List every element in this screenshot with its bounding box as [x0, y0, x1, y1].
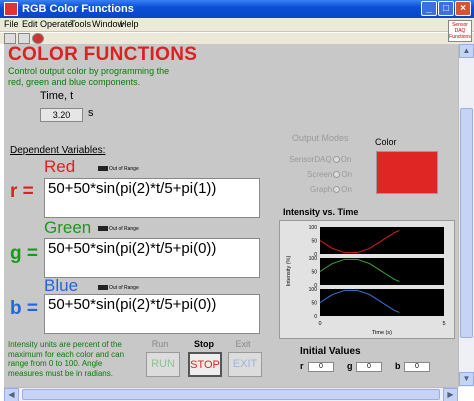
output-modes-title: Output Modes	[292, 133, 349, 143]
screen-label: Screen	[307, 170, 333, 179]
menu-file[interactable]: File	[4, 19, 19, 29]
menu-tools[interactable]: Tools	[70, 19, 91, 29]
out-of-range-label: Out of Range	[109, 226, 139, 232]
window-title: RGB Color Functions	[22, 3, 134, 15]
g-initial-input[interactable]: 0	[356, 362, 382, 372]
blue-label: Blue	[44, 276, 79, 295]
intensity-chart: 100500100500100500Intensity (%)0 5Time (s…	[286, 225, 446, 336]
color-label: Color	[375, 137, 397, 147]
dependent-variables-label: Dependent Variables:	[10, 145, 106, 156]
intensity-note: Intensity units are percent of the maxim…	[8, 340, 125, 378]
y-tick-label: 100	[309, 225, 318, 231]
y-tick-label: 100	[309, 287, 318, 293]
g-initial-label: g	[347, 361, 353, 371]
blue-formula-input[interactable]: 50+50*sin(pi(2)*t/5+pi(0))	[44, 294, 260, 334]
description: Control output color by programming the …	[8, 66, 170, 87]
r-symbol: r =	[10, 181, 34, 202]
run-label: Run	[151, 339, 169, 349]
time-unit: s	[88, 107, 94, 119]
x-axis-label: Time (s)	[372, 330, 392, 336]
x-tick-label: 5	[442, 321, 445, 327]
y-tick-label: 50	[311, 270, 317, 276]
led-icon	[98, 285, 108, 291]
red-label: Red	[44, 157, 76, 176]
exit-label: Exit	[235, 339, 251, 349]
r-initial-input[interactable]: 0	[308, 362, 334, 372]
stop-button[interactable]: STOP	[188, 352, 222, 377]
scroll-right-icon[interactable]: ▶	[443, 388, 458, 401]
blue-out-of-range: Out of Range	[98, 285, 139, 292]
exit-button[interactable]: EXIT	[228, 352, 262, 377]
y-axis-label: Intensity (%)	[286, 256, 292, 287]
minimize-button[interactable]: _	[421, 1, 437, 16]
scroll-up-icon[interactable]: ▲	[459, 44, 474, 58]
page-title: COLOR FUNCTIONS	[8, 44, 198, 65]
out-of-range-label: Out of Range	[109, 285, 139, 291]
run-arrow-icon[interactable]	[4, 33, 16, 44]
graph-mode[interactable]: Graph On	[310, 185, 352, 194]
b-initial-input[interactable]: 0	[404, 362, 430, 372]
app-icon	[4, 2, 18, 16]
y-tick-label: 50	[311, 239, 317, 245]
on-label: On	[340, 155, 352, 164]
sensordaq-label: SensorDAQ	[289, 155, 332, 164]
chart-title: Intensity vs. Time	[283, 207, 359, 217]
time-label: Time, t	[40, 90, 74, 102]
x-tick-label: 0	[318, 321, 321, 327]
abort-icon[interactable]	[32, 33, 44, 44]
menu-operate[interactable]: Operate	[40, 19, 73, 29]
horizontal-scrollbar[interactable]: ◀ ▶	[4, 387, 458, 401]
scroll-left-icon[interactable]: ◀	[4, 388, 19, 401]
sensordaq-mode[interactable]: SensorDAQ On	[289, 155, 351, 164]
red-out-of-range: Out of Range	[98, 166, 139, 173]
time-indicator: 3.20	[40, 108, 83, 122]
vertical-scrollbar[interactable]: ▲ ▼	[458, 44, 474, 387]
close-button[interactable]: ×	[455, 1, 471, 16]
led-icon	[98, 166, 108, 172]
screen-mode[interactable]: Screen On	[307, 170, 352, 179]
graph-label: Graph	[310, 185, 333, 194]
radio-icon[interactable]	[333, 171, 341, 179]
maximize-button[interactable]: □	[438, 1, 454, 16]
on-label: On	[341, 170, 353, 179]
y-tick-label: 0	[314, 314, 317, 320]
chart-frame: 100 50 0 100 50 0 100 50 0 Intensity (%) 0 5 Time (s…	[279, 220, 455, 339]
g-symbol: g =	[10, 243, 38, 264]
menu-edit[interactable]: Edit	[22, 19, 38, 29]
color-swatch	[376, 151, 438, 194]
logo: Sensor DAQ Functions	[448, 20, 472, 42]
toolbar	[0, 33, 474, 44]
run-continuous-icon[interactable]	[18, 33, 30, 44]
b-initial-label: b	[395, 361, 401, 371]
run-button[interactable]: RUN	[146, 352, 180, 377]
radio-icon[interactable]	[332, 156, 340, 164]
initial-values-title: Initial Values	[300, 346, 361, 357]
red-formula-input[interactable]: 50+50*sin(pi(2)*t/5+pi(1))	[44, 178, 260, 218]
r-initial-label: r	[300, 361, 304, 371]
y-tick-label: 100	[309, 256, 318, 262]
out-of-range-label: Out of Range	[109, 166, 139, 172]
on-label: On	[341, 185, 352, 194]
y-tick-label: 50	[311, 301, 317, 307]
scroll-down-icon[interactable]: ▼	[459, 372, 474, 386]
stop-label: Stop	[194, 339, 214, 349]
radio-icon[interactable]	[333, 186, 341, 194]
green-label: Green	[44, 218, 92, 237]
menu-bar: File Edit Operate Tools Window Help	[0, 18, 474, 32]
horizontal-scroll-thumb[interactable]	[22, 389, 440, 400]
led-icon	[98, 226, 108, 232]
menu-help[interactable]: Help	[120, 19, 139, 29]
vertical-scroll-thumb[interactable]	[460, 108, 473, 338]
green-formula-input[interactable]: 50+50*sin(pi(2)*t/5+pi(0))	[44, 238, 260, 278]
green-out-of-range: Out of Range	[98, 226, 139, 233]
b-symbol: b =	[10, 298, 38, 319]
